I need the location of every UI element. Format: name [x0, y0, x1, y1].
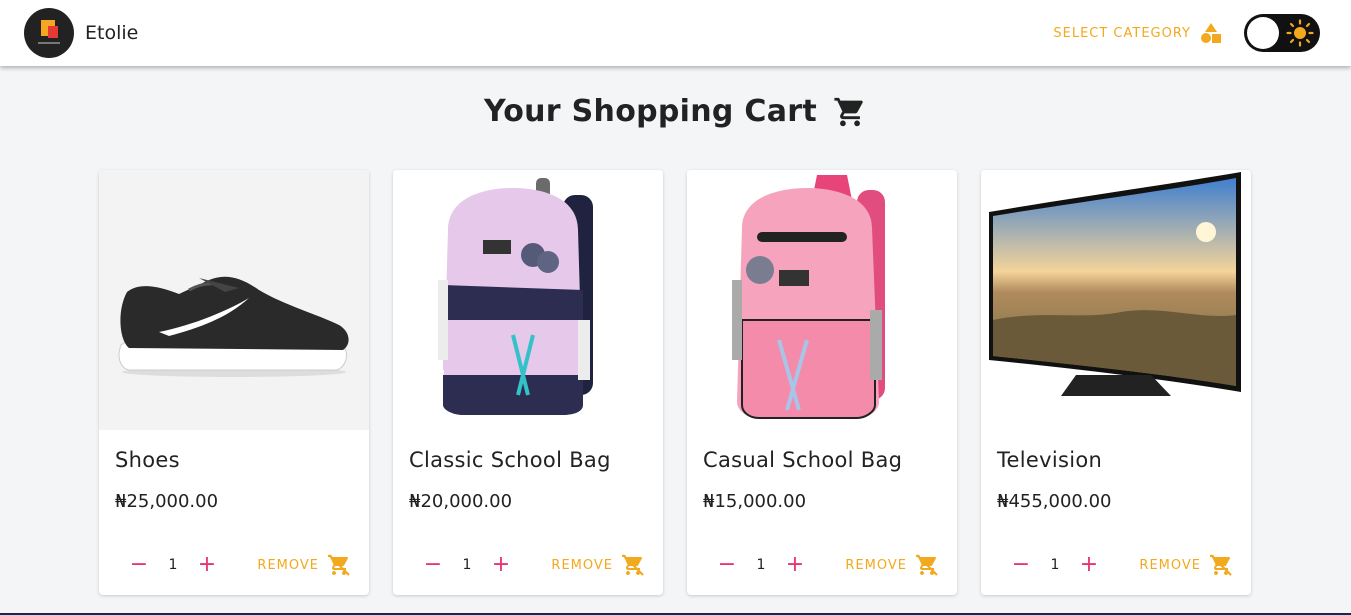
- quantity-value: 1: [756, 557, 766, 573]
- increase-quantity-button[interactable]: +: [785, 554, 805, 576]
- brand[interactable]: Etolie: [24, 8, 138, 58]
- theme-toggle[interactable]: [1244, 14, 1320, 52]
- sneaker-image: [99, 170, 369, 430]
- item-actions: − 1 + REMOVE: [393, 553, 663, 577]
- cart-item-card: Classic School Bag ₦20,000.00 − 1 + REMO…: [393, 170, 663, 595]
- select-category-label: SELECT CATEGORY: [1053, 25, 1191, 41]
- remove-from-cart-icon: [328, 554, 350, 576]
- decrease-quantity-button[interactable]: −: [1011, 554, 1031, 576]
- toggle-knob: [1247, 17, 1279, 49]
- brand-name: Etolie: [85, 22, 139, 44]
- page-heading: Your Shopping Cart: [0, 94, 1351, 129]
- remove-button[interactable]: REMOVE: [257, 553, 351, 577]
- remove-from-cart-icon: [1210, 554, 1232, 576]
- remove-label: REMOVE: [551, 557, 613, 573]
- remove-from-cart-icon: [622, 554, 644, 576]
- item-name: Classic School Bag: [409, 448, 611, 472]
- item-actions: − 1 + REMOVE: [981, 553, 1251, 577]
- brand-logo: [24, 8, 74, 58]
- sun-icon: [1286, 19, 1314, 47]
- increase-quantity-button[interactable]: +: [197, 554, 217, 576]
- item-price: ₦20,000.00: [409, 491, 513, 512]
- remove-button[interactable]: REMOVE: [551, 553, 645, 577]
- item-price: ₦15,000.00: [703, 491, 807, 512]
- quantity-value: 1: [1050, 557, 1060, 573]
- item-actions: − 1 + REMOVE: [687, 553, 957, 577]
- lavender-backpack-image: [393, 170, 663, 430]
- quantity-value: 1: [462, 557, 472, 573]
- decrease-quantity-button[interactable]: −: [423, 554, 443, 576]
- quantity-value: 1: [168, 557, 178, 573]
- item-name: Television: [997, 448, 1103, 472]
- item-price: ₦455,000.00: [997, 491, 1112, 512]
- remove-label: REMOVE: [257, 557, 319, 573]
- item-name: Casual School Bag: [703, 448, 903, 472]
- category-icon: [1201, 23, 1221, 43]
- remove-label: REMOVE: [845, 557, 907, 573]
- pink-backpack-image: [687, 170, 957, 430]
- select-category-button[interactable]: SELECT CATEGORY: [1053, 22, 1222, 44]
- cart-item-card: Casual School Bag ₦15,000.00 − 1 + REMOV…: [687, 170, 957, 595]
- increase-quantity-button[interactable]: +: [1079, 554, 1099, 576]
- top-navbar: Etolie SELECT CATEGORY: [0, 0, 1351, 66]
- remove-button[interactable]: REMOVE: [845, 553, 939, 577]
- decrease-quantity-button[interactable]: −: [129, 554, 149, 576]
- decrease-quantity-button[interactable]: −: [717, 554, 737, 576]
- item-name: Shoes: [115, 448, 180, 472]
- increase-quantity-button[interactable]: +: [491, 554, 511, 576]
- item-actions: − 1 + REMOVE: [99, 553, 369, 577]
- cart-items: Shoes ₦25,000.00 − 1 + REMOVE Classic Sc…: [99, 170, 1251, 595]
- curved-tv-image: [981, 170, 1251, 430]
- remove-from-cart-icon: [916, 554, 938, 576]
- page-title: Your Shopping Cart: [483, 94, 818, 129]
- cart-item-card: Shoes ₦25,000.00 − 1 + REMOVE: [99, 170, 369, 595]
- cart-item-card: Television ₦455,000.00 − 1 + REMOVE: [981, 170, 1251, 595]
- item-price: ₦25,000.00: [115, 491, 219, 512]
- shopping-cart-icon: [834, 97, 863, 126]
- remove-button[interactable]: REMOVE: [1139, 553, 1233, 577]
- remove-label: REMOVE: [1139, 557, 1201, 573]
